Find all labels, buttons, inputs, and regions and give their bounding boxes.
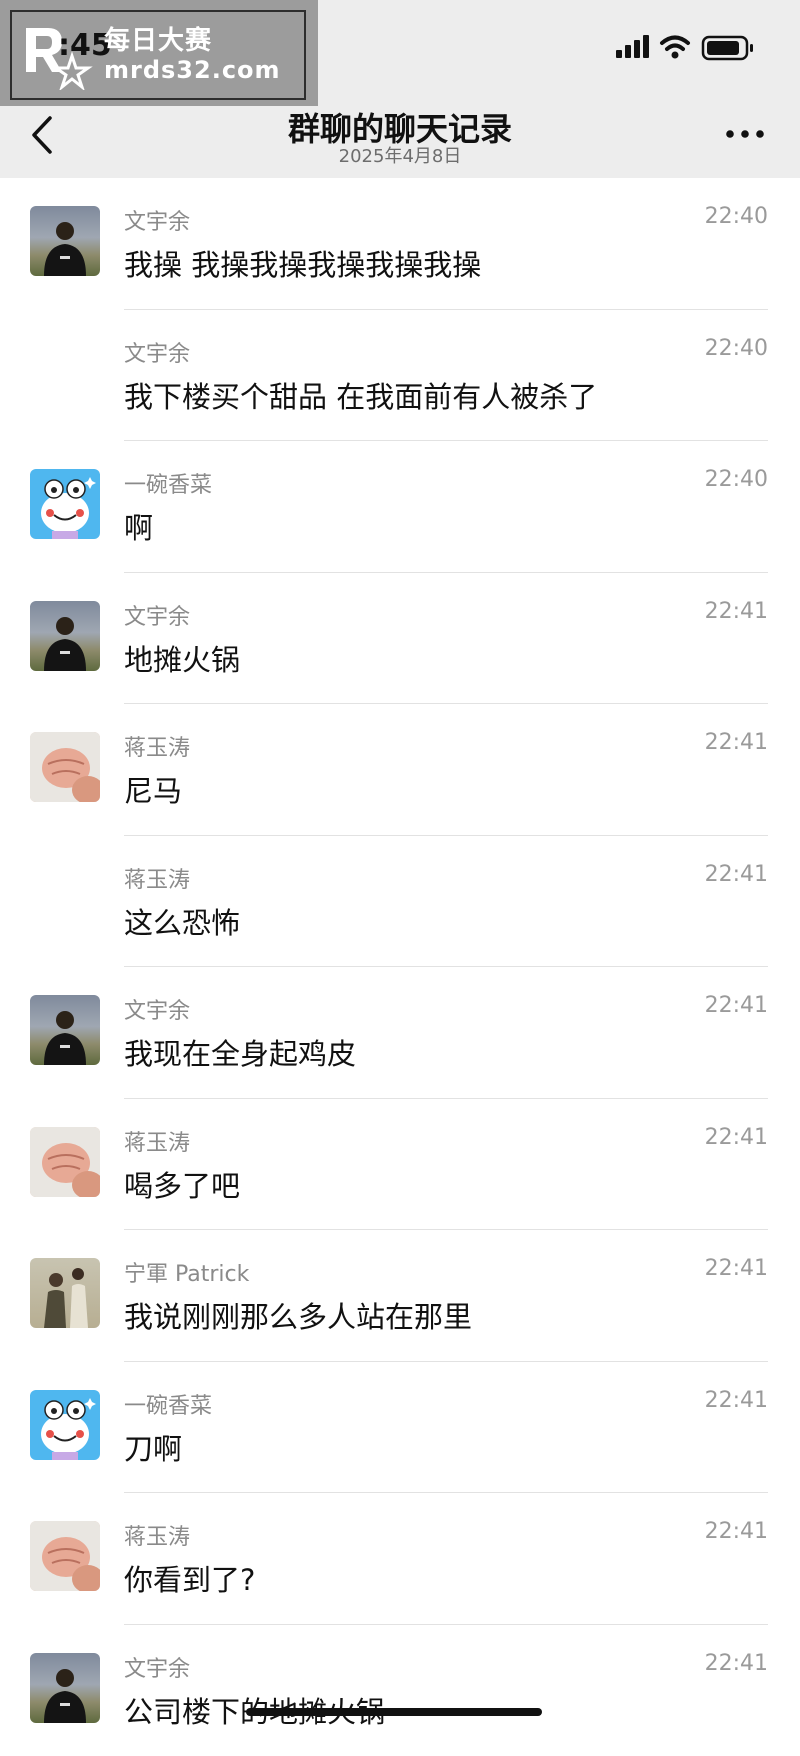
sender-name: 一碗香菜 bbox=[124, 1388, 212, 1420]
message-time: 22:40 bbox=[705, 467, 768, 492]
message-time: 22:41 bbox=[705, 862, 768, 887]
sender-name: 文宇余 bbox=[124, 993, 190, 1025]
avatar[interactable] bbox=[30, 1653, 100, 1723]
message-row[interactable]: 一碗香菜 22:40 啊 bbox=[0, 441, 800, 573]
avatar[interactable] bbox=[30, 601, 100, 671]
message-list[interactable]: 文宇余 22:40 我操 我操我操我操我操我操 文宇余 22:40 我下楼买个甜… bbox=[0, 178, 800, 1756]
sender-name: 蒋玉涛 bbox=[124, 1519, 190, 1551]
message-time: 22:41 bbox=[705, 1519, 768, 1544]
avatar[interactable] bbox=[30, 732, 100, 802]
avatar[interactable] bbox=[30, 206, 100, 276]
baby-hand-avatar-icon bbox=[30, 1521, 100, 1591]
message-text: 这么恐怖 bbox=[124, 900, 240, 942]
status-bar-icons bbox=[616, 30, 766, 66]
sender-name: 蒋玉涛 bbox=[124, 730, 190, 762]
message-row[interactable]: 一碗香菜 22:41 刀啊 bbox=[0, 1362, 800, 1494]
signal-icon bbox=[616, 35, 649, 58]
sender-name: 蒋玉涛 bbox=[124, 1125, 190, 1157]
message-time: 22:41 bbox=[705, 730, 768, 755]
watermark-url: mrds32.com bbox=[104, 56, 281, 84]
message-text: 我说刚刚那么多人站在那里 bbox=[124, 1294, 472, 1336]
avatar[interactable] bbox=[30, 995, 100, 1065]
message-time: 22:41 bbox=[705, 599, 768, 624]
message-row[interactable]: 蒋玉涛 22:41 尼马 bbox=[0, 704, 800, 836]
person-avatar-icon bbox=[30, 1653, 100, 1723]
message-row[interactable]: 蒋玉涛 22:41 这么恐怖 bbox=[0, 836, 800, 968]
message-time: 22:41 bbox=[705, 1125, 768, 1150]
home-indicator[interactable] bbox=[246, 1708, 542, 1716]
avatar[interactable] bbox=[30, 1390, 100, 1460]
sender-name: 一碗香菜 bbox=[124, 467, 212, 499]
frog-avatar-icon bbox=[30, 1390, 100, 1460]
couple-avatar-icon bbox=[30, 1258, 100, 1328]
more-options-icon[interactable] bbox=[724, 124, 766, 144]
avatar[interactable] bbox=[30, 469, 100, 539]
message-row[interactable]: 文宇余 22:40 我操 我操我操我操我操我操 bbox=[0, 178, 800, 310]
sender-name: 文宇余 bbox=[124, 1651, 190, 1683]
message-row[interactable]: 文宇余 22:41 我现在全身起鸡皮 bbox=[0, 967, 800, 1099]
person-avatar-icon bbox=[30, 601, 100, 671]
message-text: 刀啊 bbox=[124, 1426, 182, 1468]
message-row[interactable]: 文宇余 22:41 公司楼下的地摊火锅 bbox=[0, 1625, 800, 1756]
frog-avatar-icon bbox=[30, 469, 100, 539]
battery-icon bbox=[703, 37, 753, 59]
message-time: 22:40 bbox=[705, 336, 768, 361]
message-text: 我下楼买个甜品 在我面前有人被杀了 bbox=[124, 374, 597, 416]
watermark: :45 每日大赛 mrds32.com bbox=[0, 0, 318, 106]
message-text: 啊 bbox=[124, 505, 153, 547]
sender-name: 文宇余 bbox=[124, 599, 190, 631]
page-subtitle-date: 2025年4月8日 bbox=[0, 142, 800, 168]
watermark-title: 每日大赛 bbox=[104, 20, 212, 57]
avatar[interactable] bbox=[30, 1521, 100, 1591]
message-text: 地摊火锅 bbox=[124, 637, 240, 679]
message-text: 我操 我操我操我操我操我操 bbox=[124, 242, 481, 284]
message-time: 22:41 bbox=[705, 1256, 768, 1281]
person-avatar-icon bbox=[30, 206, 100, 276]
message-text: 你看到了? bbox=[124, 1557, 255, 1599]
message-row[interactable]: 文宇余 22:40 我下楼买个甜品 在我面前有人被杀了 bbox=[0, 310, 800, 442]
message-row[interactable]: 蒋玉涛 22:41 喝多了吧 bbox=[0, 1099, 800, 1231]
message-text: 尼马 bbox=[124, 768, 182, 810]
sender-name: 文宇余 bbox=[124, 336, 190, 368]
message-row[interactable]: 文宇余 22:41 地摊火锅 bbox=[0, 573, 800, 705]
message-time: 22:41 bbox=[705, 993, 768, 1018]
sender-name: 文宇余 bbox=[124, 204, 190, 236]
header-area: :45 每日大赛 mrds32.com 群聊的聊天记录 2025年4月8日 bbox=[0, 0, 800, 178]
wifi-icon bbox=[662, 38, 688, 59]
person-avatar-icon bbox=[30, 995, 100, 1065]
message-text: 我现在全身起鸡皮 bbox=[124, 1031, 356, 1073]
baby-hand-avatar-icon bbox=[30, 1127, 100, 1197]
sender-name: 宁軍 Patrick bbox=[124, 1256, 249, 1288]
message-time: 22:40 bbox=[705, 204, 768, 229]
avatar[interactable] bbox=[30, 1127, 100, 1197]
message-row[interactable]: 宁軍 Patrick 22:41 我说刚刚那么多人站在那里 bbox=[0, 1230, 800, 1362]
message-time: 22:41 bbox=[705, 1651, 768, 1676]
message-text: 喝多了吧 bbox=[124, 1163, 240, 1205]
message-row[interactable]: 蒋玉涛 22:41 你看到了? bbox=[0, 1493, 800, 1625]
avatar[interactable] bbox=[30, 1258, 100, 1328]
baby-hand-avatar-icon bbox=[30, 732, 100, 802]
sender-name: 蒋玉涛 bbox=[124, 862, 190, 894]
message-time: 22:41 bbox=[705, 1388, 768, 1413]
